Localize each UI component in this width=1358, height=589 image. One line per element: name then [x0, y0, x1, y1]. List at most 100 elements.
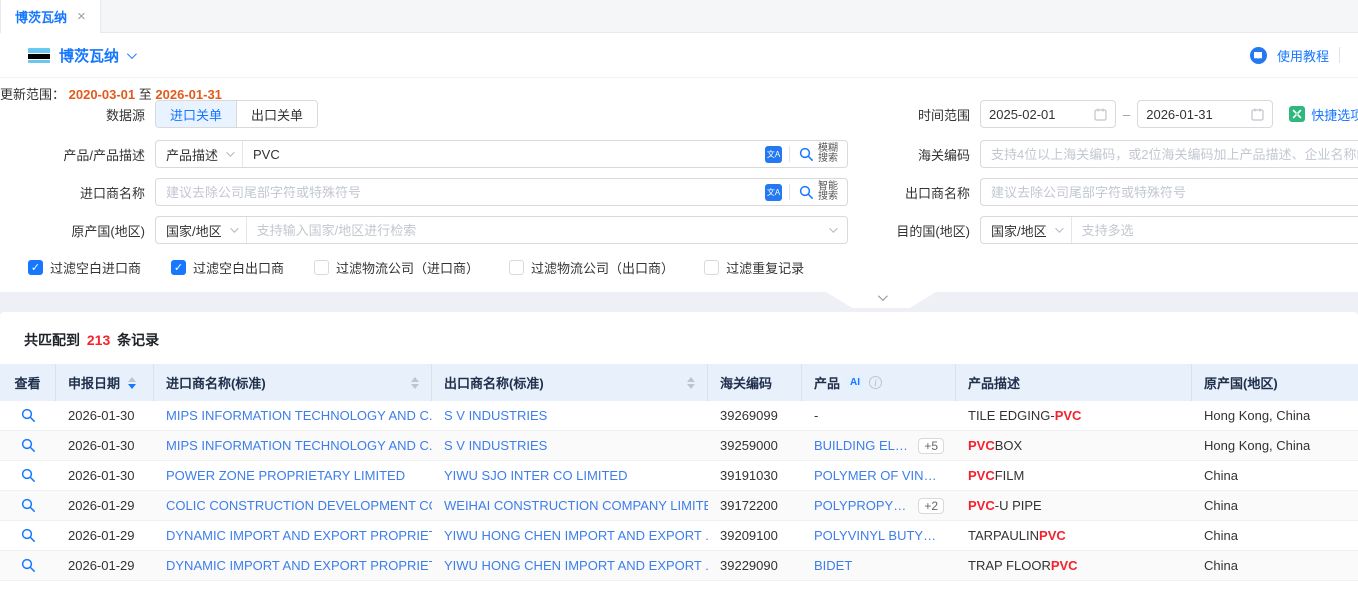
table-row: 2026-01-29DYNAMIC IMPORT AND EXPORT PROP… — [0, 521, 1358, 551]
cell-product[interactable]: BUILDING ELEM... +5 — [802, 431, 956, 460]
hs-code-input[interactable] — [991, 147, 1358, 162]
magnifier-icon — [21, 558, 36, 573]
tab-bar: 博茨瓦纳 × — [0, 0, 1358, 33]
exporter-input[interactable] — [991, 185, 1358, 200]
origin-country-input[interactable] — [257, 223, 819, 238]
view-record-button[interactable] — [0, 491, 56, 520]
cell-importer[interactable]: DYNAMIC IMPORT AND EXPORT PROPRIET... — [154, 551, 432, 580]
chevron-down-icon[interactable] — [127, 49, 137, 59]
filter-panel: 更新范围： 2020-03-01 至 2026-01-31 数据源 进口关单 出… — [0, 77, 1358, 292]
calendar-icon — [1094, 108, 1107, 121]
cell-exporter[interactable]: S V INDUSTRIES — [432, 401, 708, 430]
cell-product[interactable]: POLYVINYL BUTYRAL — [802, 521, 956, 550]
date-to-value: 2026-01-31 — [1146, 107, 1213, 122]
cell-product[interactable]: POLYMER OF VINYL C... — [802, 461, 956, 490]
origin-country-select[interactable]: 国家/地区 — [156, 217, 247, 243]
chevron-down-icon[interactable] — [829, 224, 837, 232]
checkbox-checked-icon[interactable]: ✓ — [171, 260, 186, 275]
tab-export-declarations[interactable]: 出口关单 — [236, 101, 317, 127]
cell-hs-code: 39191030 — [708, 461, 802, 490]
sort-control-exporter[interactable] — [687, 377, 695, 389]
cell-description: TRAP FLOOR PVC — [956, 551, 1192, 580]
cell-description: TARPAULIN PVC — [956, 521, 1192, 550]
origin-country-label: 原产国(地区) — [15, 221, 145, 240]
translate-icon[interactable]: 文A — [765, 146, 782, 163]
cell-exporter[interactable]: YIWU HONG CHEN IMPORT AND EXPORT ... — [432, 551, 708, 580]
info-icon[interactable]: i — [869, 376, 882, 389]
destination-country-input[interactable] — [1082, 223, 1358, 238]
tutorial-link[interactable]: 使用教程 — [1277, 46, 1329, 65]
cell-product[interactable]: POLYPROPYLENE... +2 — [802, 491, 956, 520]
table-row: 2026-01-29DYNAMIC IMPORT AND EXPORT PROP… — [0, 551, 1358, 581]
time-range-label: 时间范围 — [870, 105, 970, 124]
product-text[interactable]: BIDET — [814, 558, 852, 573]
cell-exporter[interactable]: YIWU SJO INTER CO LIMITED — [432, 461, 708, 490]
product-text[interactable]: BUILDING ELEM... — [814, 438, 912, 453]
hs-code-label: 海关编码 — [870, 145, 970, 164]
cell-hs-code: 39269099 — [708, 401, 802, 430]
checkbox-unchecked-icon[interactable] — [509, 260, 524, 275]
date-from-input[interactable]: 2025-02-01 — [980, 100, 1116, 128]
importer-label: 进口商名称 — [15, 183, 145, 202]
cell-importer[interactable]: DYNAMIC IMPORT AND EXPORT PROPRIET... — [154, 521, 432, 550]
fuzzy-search-button[interactable]: 模糊搜索 — [797, 144, 847, 164]
cell-product: - — [802, 401, 956, 430]
sort-control-importer[interactable] — [411, 377, 419, 389]
product-text[interactable]: POLYPROPYLENE... — [814, 498, 912, 513]
filter-checkbox-4[interactable]: 过滤重复记录 — [704, 258, 804, 277]
tab-import-declarations[interactable]: 进口关单 — [156, 101, 236, 127]
cell-date: 2026-01-29 — [56, 521, 154, 550]
collapse-filters-handle[interactable] — [826, 292, 936, 308]
cell-product[interactable]: BIDET — [802, 551, 956, 580]
date-from-value: 2025-02-01 — [989, 107, 1056, 122]
cell-exporter[interactable]: YIWU HONG CHEN IMPORT AND EXPORT ... — [432, 521, 708, 550]
more-products-badge[interactable]: +2 — [918, 498, 944, 514]
cell-importer[interactable]: POWER ZONE PROPRIETARY LIMITED — [154, 461, 432, 490]
cell-exporter[interactable]: S V INDUSTRIES — [432, 431, 708, 460]
view-record-button[interactable] — [0, 521, 56, 550]
translate-icon[interactable]: 文A — [765, 184, 782, 201]
quick-options-button[interactable]: 快捷选项 — [1289, 105, 1358, 124]
column-view: 查看 — [0, 364, 56, 401]
origin-select-value: 国家/地区 — [166, 221, 222, 240]
product-text[interactable]: POLYMER OF VINYL C... — [814, 468, 944, 483]
destination-country-select[interactable]: 国家/地区 — [981, 217, 1072, 243]
product-input[interactable] — [253, 147, 755, 162]
cell-exporter[interactable]: WEIHAI CONSTRUCTION COMPANY LIMITED — [432, 491, 708, 520]
checkbox-unchecked-icon[interactable] — [314, 260, 329, 275]
summary-suffix: 条记录 — [117, 332, 159, 348]
exporter-group — [980, 178, 1358, 206]
calendar-icon — [1251, 108, 1264, 121]
smart-search-button[interactable]: 智能搜索 — [797, 182, 847, 202]
smart-label-2: 搜索 — [818, 191, 838, 202]
table-row: 2026-01-29COLIC CONSTRUCTION DEVELOPMENT… — [0, 491, 1358, 521]
quick-options-label: 快捷选项 — [1311, 105, 1358, 124]
filter-checkbox-2[interactable]: 过滤物流公司（进口商） — [314, 258, 479, 277]
filter-checkbox-0[interactable]: ✓过滤空白进口商 — [28, 258, 141, 277]
view-record-button[interactable] — [0, 551, 56, 580]
cell-description: PVC FILM — [956, 461, 1192, 490]
column-date: 申报日期 — [56, 364, 154, 401]
cell-description: PVC-U PIPE — [956, 491, 1192, 520]
table-body: 2026-01-30MIPS INFORMATION TECHNOLOGY AN… — [0, 401, 1358, 581]
close-icon[interactable]: × — [77, 8, 86, 25]
cell-hs-code: 39229090 — [708, 551, 802, 580]
product-type-select[interactable]: 产品描述 — [156, 141, 243, 167]
filter-checkbox-3[interactable]: 过滤物流公司（出口商） — [509, 258, 674, 277]
cell-importer[interactable]: MIPS INFORMATION TECHNOLOGY AND C... — [154, 431, 432, 460]
cell-importer[interactable]: MIPS INFORMATION TECHNOLOGY AND C... — [154, 401, 432, 430]
view-record-button[interactable] — [0, 431, 56, 460]
more-products-badge[interactable]: +5 — [918, 438, 944, 454]
importer-input[interactable] — [166, 185, 755, 200]
view-record-button[interactable] — [0, 461, 56, 490]
product-text[interactable]: POLYVINYL BUTYRAL — [814, 528, 944, 543]
checkbox-unchecked-icon[interactable] — [704, 260, 719, 275]
sort-control-date[interactable] — [128, 377, 136, 389]
filter-checkbox-1[interactable]: ✓过滤空白出口商 — [171, 258, 284, 277]
view-record-button[interactable] — [0, 401, 56, 430]
cell-importer[interactable]: COLIC CONSTRUCTION DEVELOPMENT CO ... — [154, 491, 432, 520]
checkbox-checked-icon[interactable]: ✓ — [28, 260, 43, 275]
date-to-input[interactable]: 2026-01-31 — [1137, 100, 1273, 128]
chevron-down-icon — [1055, 224, 1063, 232]
tab-botswana[interactable]: 博茨瓦纳 × — [0, 0, 101, 33]
